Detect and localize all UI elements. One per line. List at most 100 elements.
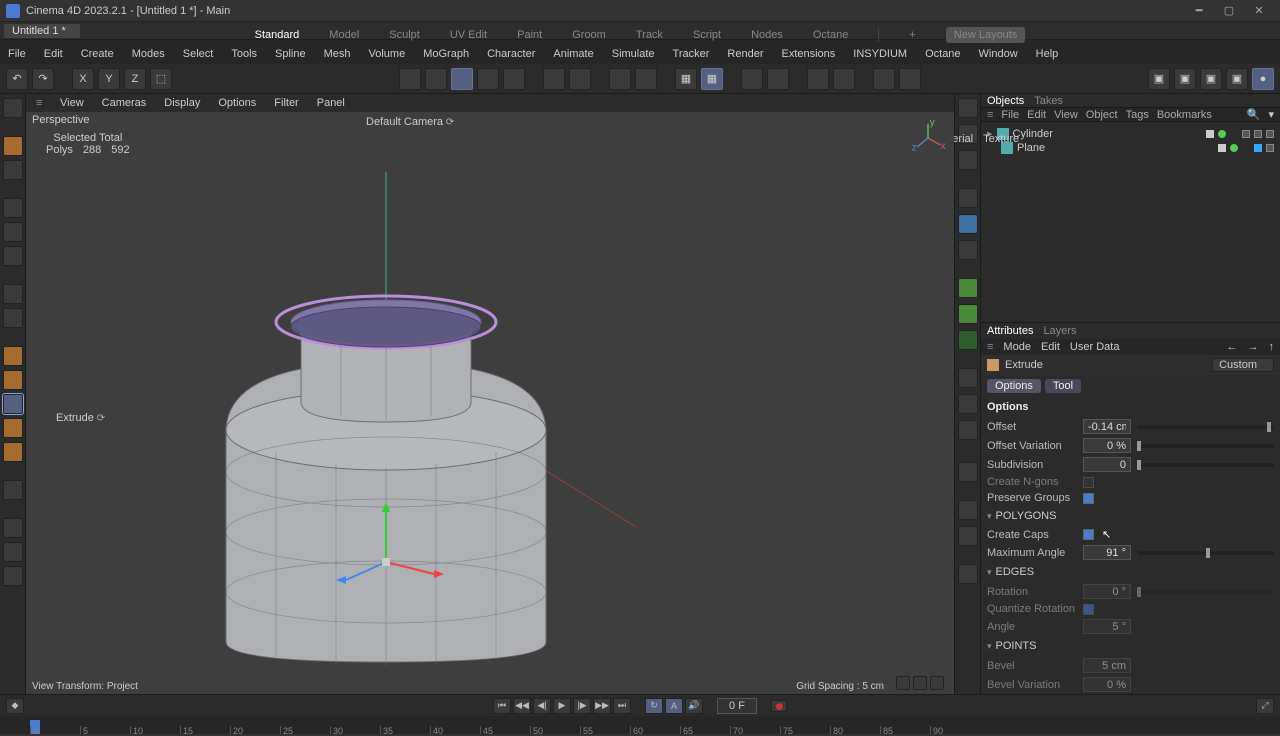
attr-nav-up-icon[interactable]: ↑ — [1269, 341, 1275, 353]
viewport-layout-buttons[interactable] — [896, 676, 944, 690]
xray-button[interactable] — [3, 518, 23, 538]
mode-tab-script[interactable]: Script — [693, 29, 721, 41]
prev-key-button[interactable]: ◀◀ — [513, 698, 531, 714]
quant-check[interactable] — [1083, 604, 1094, 615]
uv-poly-button[interactable] — [3, 442, 23, 462]
subtab-options[interactable]: Options — [987, 379, 1041, 393]
field-icon[interactable] — [958, 394, 978, 414]
tool-btn-5[interactable] — [503, 68, 525, 90]
cloner-icon[interactable] — [958, 304, 978, 324]
obj-menu-file[interactable]: File — [1001, 109, 1019, 121]
menu-extensions[interactable]: Extensions — [777, 46, 839, 62]
attr-preset-dropdown[interactable]: Custom — [1212, 358, 1274, 372]
offset-var-input[interactable] — [1083, 438, 1131, 453]
window-maximize[interactable]: ▢ — [1214, 4, 1244, 17]
section-polygons[interactable]: POLYGONS — [981, 506, 1280, 526]
offset-slider[interactable] — [1137, 425, 1274, 429]
object-row-cylinder[interactable]: ▸ Cylinder — [987, 126, 1274, 141]
snap-grid-button[interactable]: ▦ — [675, 68, 697, 90]
vp-menu-view[interactable]: View — [56, 95, 88, 111]
render-view-button[interactable]: ▣ — [1148, 68, 1170, 90]
mode-tab-track[interactable]: Track — [636, 29, 663, 41]
loop-button[interactable]: ↻ — [645, 698, 663, 714]
tab-takes[interactable]: Takes — [1034, 95, 1063, 107]
obj-menu-object[interactable]: Object — [1086, 109, 1118, 121]
add-layout-icon[interactable]: + — [909, 29, 915, 41]
nav-home-icon[interactable] — [958, 98, 978, 118]
tab-objects[interactable]: Objects — [987, 95, 1024, 107]
menu-tracker[interactable]: Tracker — [669, 46, 714, 62]
tool-btn-1[interactable] — [399, 68, 421, 90]
attr-menu-icon[interactable]: ≡ — [987, 341, 993, 353]
mode-tab-octane[interactable]: Octane — [813, 29, 848, 41]
ngons-check[interactable] — [1083, 477, 1094, 488]
axis-gizmo-icon[interactable]: y x z — [910, 120, 946, 156]
timeline-expand-button[interactable]: ⤢ — [1256, 698, 1274, 714]
menu-edit[interactable]: Edit — [40, 46, 67, 62]
text-tool-icon[interactable] — [958, 240, 978, 260]
next-frame-button[interactable]: |▶ — [573, 698, 591, 714]
camera-icon[interactable] — [958, 500, 978, 520]
obj-menu-view[interactable]: View — [1054, 109, 1078, 121]
keyframe-button[interactable]: ◆ — [6, 698, 24, 714]
effector-icon[interactable] — [958, 330, 978, 350]
tool-btn-11[interactable] — [767, 68, 789, 90]
obj-menu-bookmarks[interactable]: Bookmarks — [1157, 109, 1212, 121]
tab-layers[interactable]: Layers — [1043, 325, 1076, 337]
vp-menu-filter[interactable]: Filter — [270, 95, 302, 111]
menu-tools[interactable]: Tools — [227, 46, 261, 62]
tool-btn-4[interactable] — [477, 68, 499, 90]
bevel-input[interactable] — [1083, 658, 1131, 673]
render-settings-button[interactable]: ▣ — [1174, 68, 1196, 90]
axis-y-button[interactable]: Y — [98, 68, 120, 90]
nav-rotate-icon[interactable] — [958, 150, 978, 170]
render-pv-button[interactable]: ▣ — [1226, 68, 1248, 90]
misc-tool-button[interactable] — [3, 566, 23, 586]
points-mode-button[interactable] — [3, 346, 23, 366]
tool-btn-9[interactable] — [635, 68, 657, 90]
subdiv-input[interactable] — [1083, 457, 1131, 472]
mode-tab-sculpt[interactable]: Sculpt — [389, 29, 420, 41]
tool-btn-15[interactable] — [899, 68, 921, 90]
play-button[interactable]: ▶ — [553, 698, 571, 714]
tool-btn-7[interactable] — [569, 68, 591, 90]
visibility-editor-icon[interactable] — [1218, 144, 1226, 152]
tool-btn-2[interactable] — [425, 68, 447, 90]
workplane-button[interactable] — [3, 542, 23, 562]
attr-menu-mode[interactable]: Mode — [1003, 341, 1031, 353]
menu-create[interactable]: Create — [77, 46, 118, 62]
rotation-slider[interactable] — [1137, 590, 1274, 594]
deformer-icon[interactable] — [958, 368, 978, 388]
rotate-tool[interactable] — [3, 222, 23, 242]
obj-menu-tags[interactable]: Tags — [1126, 109, 1149, 121]
vp-layout-1[interactable] — [896, 676, 910, 690]
move-tool[interactable] — [3, 198, 23, 218]
offset-var-slider[interactable] — [1137, 444, 1274, 448]
visibility-render-icon[interactable] — [1230, 144, 1238, 152]
vp-layout-2[interactable] — [913, 676, 927, 690]
snap-button[interactable]: ▦ — [701, 68, 723, 90]
obj-search-icon[interactable]: 🔍 — [1247, 108, 1261, 121]
viewport[interactable]: Perspective Selected Total Polys 288 592… — [26, 112, 954, 694]
visibility-editor-icon[interactable] — [1206, 130, 1214, 138]
prev-frame-button[interactable]: ◀| — [533, 698, 551, 714]
section-edges[interactable]: EDGES — [981, 562, 1280, 582]
subtab-tool[interactable]: Tool — [1045, 379, 1081, 393]
menu-render[interactable]: Render — [723, 46, 767, 62]
brush-tool[interactable] — [3, 284, 23, 304]
mode-tab-standard[interactable]: Standard — [255, 29, 300, 41]
rotation-input[interactable] — [1083, 584, 1131, 599]
menu-spline[interactable]: Spline — [271, 46, 310, 62]
mode-tab-paint[interactable]: Paint — [517, 29, 542, 41]
menu-octane[interactable]: Octane — [921, 46, 964, 62]
particles-icon[interactable] — [958, 278, 978, 298]
menu-select[interactable]: Select — [179, 46, 218, 62]
live-select-tool[interactable] — [3, 98, 23, 118]
volume-icon[interactable] — [958, 420, 978, 440]
mode-tab-newlayouts[interactable]: New Layouts — [946, 27, 1026, 43]
material-tag-icon[interactable] — [1254, 130, 1262, 138]
axis-z-button[interactable]: Z — [124, 68, 146, 90]
uv-points-button[interactable] — [3, 418, 23, 438]
attr-nav-fwd-icon[interactable]: → — [1248, 341, 1259, 353]
object-name[interactable]: Plane — [1017, 142, 1045, 154]
